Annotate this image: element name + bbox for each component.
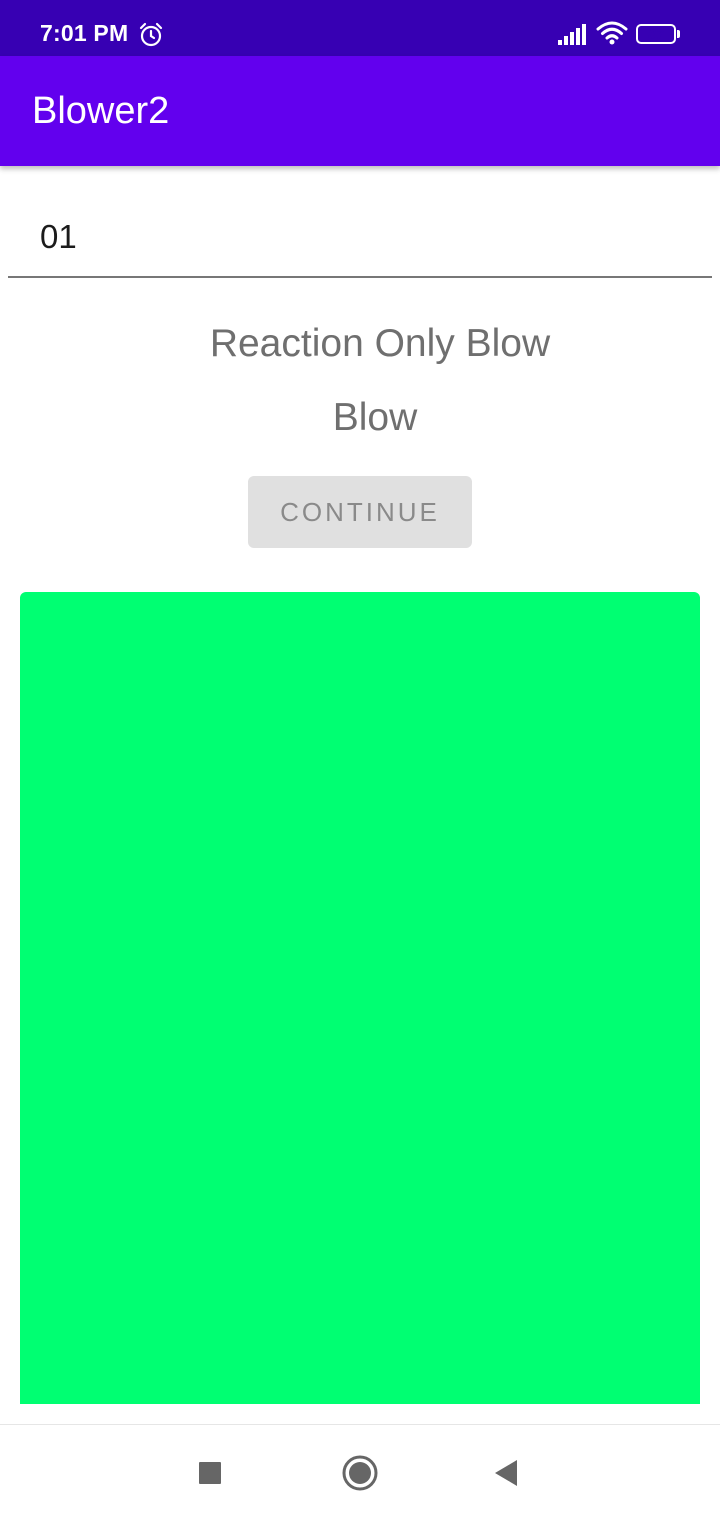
battery-icon: 87	[636, 24, 682, 46]
blow-label: Blow	[332, 396, 418, 439]
continue-button[interactable]: CONTINUE	[248, 476, 472, 548]
reaction-label: Reaction Only Blow	[209, 322, 551, 365]
nav-bar	[0, 1424, 720, 1520]
recent-apps-icon[interactable]	[186, 1449, 234, 1497]
status-bar: 7:01 PM 87	[0, 0, 720, 56]
wifi-icon	[596, 21, 628, 45]
screen: 7:01 PM 87 Blower2 01 Reaction Only Blow…	[0, 0, 720, 1520]
id-input[interactable]	[8, 198, 712, 278]
home-icon[interactable]	[336, 1449, 384, 1497]
alarm-icon	[139, 22, 163, 47]
blow-indicator-panel	[20, 592, 700, 1404]
back-icon[interactable]	[484, 1449, 532, 1497]
app-title: Blower2	[32, 90, 170, 132]
battery-tip	[677, 30, 680, 38]
battery-level: 87	[648, 26, 664, 42]
status-time: 7:01 PM	[40, 20, 129, 46]
signal-icon	[558, 24, 586, 45]
app-bar: Blower2	[0, 56, 720, 166]
